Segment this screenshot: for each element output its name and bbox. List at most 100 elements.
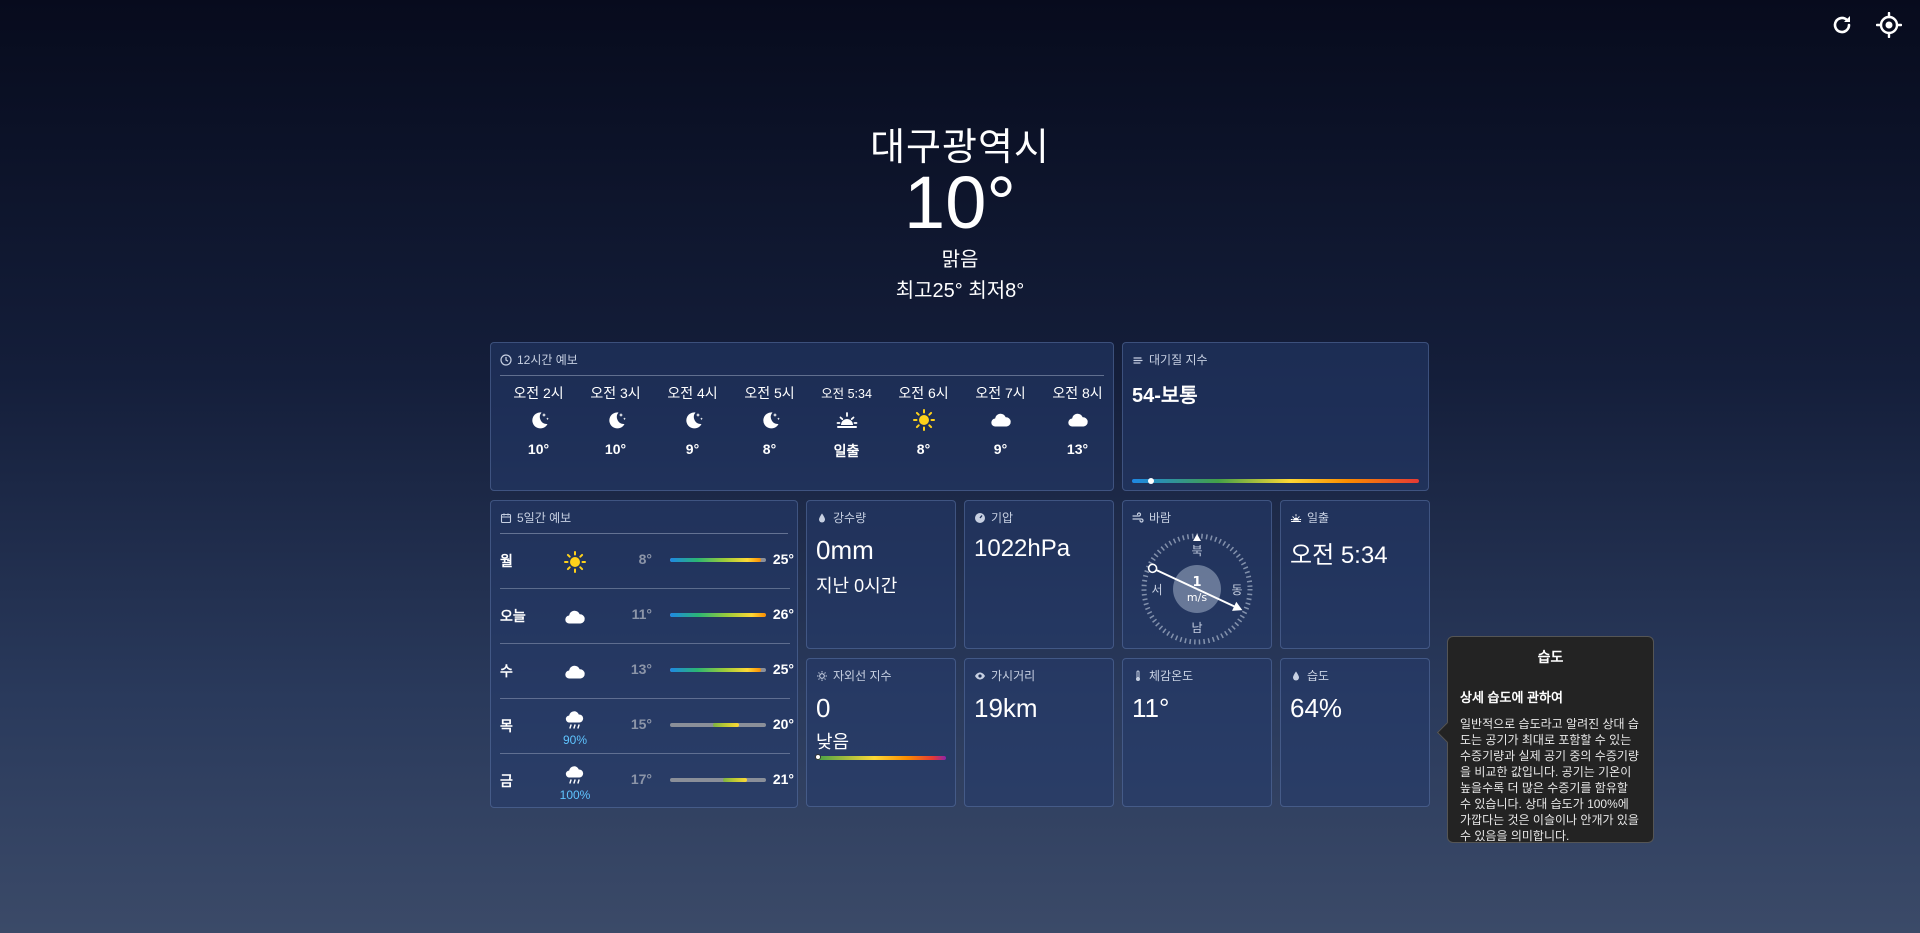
sunrise-header: 일출 (1290, 509, 1329, 526)
hourly-item: 오전 6시 8° (885, 383, 962, 461)
sunrise-value: 오전 5:34 (1290, 542, 1388, 569)
daily-row: 목 90% 15° 20° (500, 700, 794, 754)
daily-high: 20° (772, 716, 794, 732)
daily-high: 25° (772, 661, 794, 677)
uv-index-title: 자외선 지수 (833, 669, 892, 683)
hourly-time: 오전 2시 (513, 385, 564, 401)
hourly-item: 오전 5:34 일출 (808, 383, 885, 461)
precipitation-header: 강수량 (816, 509, 866, 526)
daily-low: 8° (638, 551, 652, 567)
daily-day: 오늘 (500, 608, 526, 624)
uv-index-marker (815, 754, 821, 760)
cloud-icon (563, 605, 587, 629)
hourly-value: 일출 (833, 443, 860, 459)
daily-temp-range-bar (670, 723, 766, 727)
pressure-title: 기압 (991, 511, 1014, 525)
hourly-value: 9° (685, 441, 700, 457)
hourly-item: 오전 7시 9° (962, 383, 1039, 461)
eye-icon (975, 672, 985, 679)
tooltip-title: 습도 (1537, 649, 1564, 665)
wind-header: 바람 (1132, 509, 1171, 526)
hourly-item: 오전 8시 13° (1039, 383, 1116, 461)
precipitation-period: 지난 0시간 (816, 576, 898, 596)
air-quality-scale (1132, 479, 1419, 483)
hourly-forecast-header: 12시간 예보 (500, 351, 578, 368)
daily-temp-range-fill (670, 668, 762, 672)
air-quality-marker (1147, 476, 1154, 486)
precipitation-value: 0mm (816, 535, 874, 565)
sun-icon (912, 408, 936, 432)
refresh-button[interactable] (1829, 12, 1855, 38)
daily-temp-range-bar (670, 778, 766, 782)
wind-compass: 북 남 동 서 1 m/s (1141, 533, 1253, 645)
pressure-value: 1022hPa (974, 535, 1071, 562)
rain-cloud-icon (563, 764, 587, 788)
compass-north: 북 (1191, 544, 1202, 558)
calendar-icon (500, 513, 512, 523)
droplet-icon (819, 513, 825, 522)
hourly-time: 오전 4시 (667, 385, 718, 401)
daily-temp-range-fill (670, 613, 766, 617)
rain-cloud-icon (563, 709, 587, 733)
wind-card: 바람 북 남 동 서 1 m/s (1122, 500, 1272, 649)
hourly-value: 13° (1066, 441, 1089, 457)
uv-index-card: 자외선 지수 0 낮음 (806, 658, 956, 807)
hourly-value: 10° (527, 441, 550, 457)
hourly-items: 오전 2시 10° 오전 3시 10° 오전 4시 9° 오전 5시 8° 오전 5:34 일출 오… (500, 383, 1116, 461)
hourly-item: 오전 5시 8° (731, 383, 808, 461)
precipitation-card: 강수량 0mm 지난 0시간 (806, 500, 956, 649)
compass-south: 남 (1191, 621, 1202, 635)
air-quality-card: 대기질 지수 54-보통 (1122, 342, 1429, 491)
wind-speed: 1 (1192, 575, 1201, 590)
daily-temp-range-fill (670, 558, 762, 562)
moon-stars-icon (527, 408, 551, 432)
daily-low: 13° (630, 661, 652, 677)
thermometer-icon (1136, 670, 1140, 681)
hourly-value: 8° (916, 441, 931, 457)
hourly-forecast-card: 12시간 예보 오전 2시 10° 오전 3시 10° 오전 4시 9° 오전 5시 8° 오전… (490, 342, 1114, 491)
tooltip-heading: 상세 습도에 관하여 (1460, 690, 1563, 705)
feels-like-header: 체감온도 (1132, 667, 1193, 684)
five-day-forecast-header: 5일간 예보 (500, 509, 571, 526)
daily-row: 오늘 11° 26° (500, 590, 794, 644)
hourly-time: 오전 6시 (898, 385, 949, 401)
wind-unit: m/s (1187, 591, 1207, 604)
hourly-time: 오전 8시 (1052, 385, 1103, 401)
uv-index-scale (816, 756, 946, 760)
sun-small-icon (817, 670, 827, 681)
daily-day: 금 (500, 773, 513, 789)
visibility-value: 19km (974, 693, 1038, 723)
air-quality-title: 대기질 지수 (1149, 353, 1208, 367)
hourly-time: 오전 5시 (744, 385, 795, 401)
air-quality-header: 대기질 지수 (1132, 351, 1208, 368)
hourly-time: 오전 3시 (590, 385, 641, 401)
wind-title: 바람 (1149, 511, 1172, 525)
current-location-button[interactable] (1876, 12, 1902, 38)
sunrise-card: 일출 오전 5:34 (1280, 500, 1430, 649)
daily-temp-range-bar (670, 613, 766, 617)
cloud-icon (1066, 408, 1090, 432)
moon-stars-icon (681, 408, 705, 432)
pressure-header: 기압 (974, 509, 1013, 526)
daily-day: 월 (500, 553, 513, 569)
hourly-value: 10° (604, 441, 627, 457)
air-quality-value: 54-보통 (1132, 385, 1198, 407)
humidity-value: 64% (1290, 693, 1343, 723)
hourly-value: 9° (993, 441, 1008, 457)
compass-west: 서 (1151, 583, 1162, 597)
uv-index-header: 자외선 지수 (816, 667, 892, 684)
humidity-card[interactable]: 습도 64% (1280, 658, 1430, 807)
weather-condition: 맑음 (941, 249, 979, 271)
tooltip-body: 일반적으로 습도라고 알려진 상대 습도는 공기가 최대로 포함할 수 있는 수… (1460, 717, 1639, 843)
daily-day: 수 (500, 663, 513, 679)
current-temperature: 10° (904, 161, 1016, 244)
humidity-droplet-icon (1293, 671, 1299, 680)
sunrise-icon (835, 408, 859, 432)
daily-row: 월 8° 25° (500, 535, 794, 589)
daily-temp-range-bar (670, 668, 766, 672)
daily-precip-chance: 90% (562, 732, 588, 747)
high-low-temperature: 최고25° 최저8° (895, 280, 1025, 302)
feels-like-value: 11° (1132, 693, 1170, 723)
daily-low: 15° (630, 716, 652, 732)
daily-low: 11° (631, 606, 652, 622)
